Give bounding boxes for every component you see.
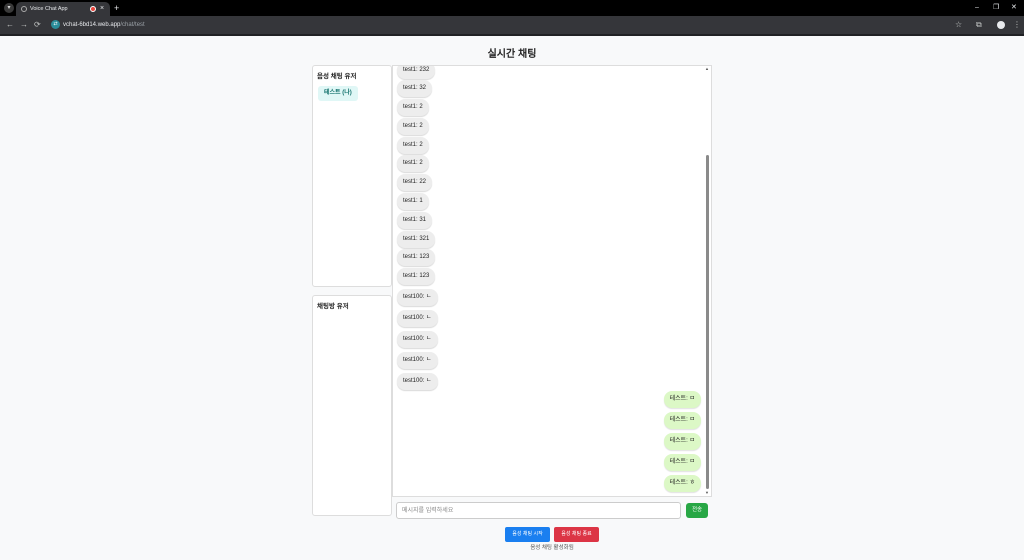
message-bubble: test100: ㄴ	[397, 289, 438, 306]
profile-avatar[interactable]	[997, 21, 1005, 29]
message-bubble: test100: ㄴ	[397, 331, 438, 348]
message-bubble: test1: 232	[397, 66, 436, 79]
message-bubble: test1: 2	[397, 99, 429, 116]
message-bubble: test1: 31	[397, 212, 433, 229]
globe-icon	[21, 6, 27, 12]
room-users-heading: 채팅방 유저	[317, 303, 349, 310]
message-bubble: test1: 123	[397, 268, 436, 285]
send-button[interactable]: 전송	[686, 503, 708, 518]
scroll-thumb[interactable]	[706, 155, 709, 489]
message-bubble: test100: ㄴ	[397, 310, 438, 327]
voice-user-item: 테스트 (나)	[318, 86, 358, 101]
page-title: 실시간 채팅	[487, 49, 537, 60]
end-voice-chat-button[interactable]: 음성 채팅 종료	[554, 527, 599, 542]
browser-menu-icon[interactable]: ⋮	[1013, 19, 1021, 31]
site-info-icon[interactable]: ⇄	[51, 20, 60, 29]
url-path: /chat/test	[120, 22, 145, 28]
my-message-bubble: 테스트: ㅁ	[663, 391, 701, 408]
message-bubble: test1: 123	[397, 249, 436, 266]
address-bar[interactable]: vchat-6bd14.web.app/chat/test	[63, 20, 145, 30]
room-users-panel: 채팅방 유저	[312, 295, 392, 516]
start-voice-chat-button[interactable]: 음성 채팅 시작	[505, 527, 550, 542]
message-bubble: test100: ㄴ	[397, 373, 438, 390]
tab-list-chevron-icon[interactable]: ▾	[4, 3, 14, 13]
voice-users-panel: 음성 채팅 유저 테스트 (나)	[312, 65, 392, 287]
url-host: vchat-6bd14.web.app	[63, 22, 121, 28]
new-tab-button[interactable]: +	[114, 2, 119, 14]
voice-users-heading: 음성 채팅 유저	[317, 73, 357, 80]
my-message-bubble: 테스트: ㅎ	[663, 475, 701, 492]
chat-messages-area[interactable]: test1: 232 test1: 32 test1: 2 test1: 2 test1…	[392, 65, 712, 497]
browser-toolbar: ← → ⟳ ⇄ vchat-6bd14.web.app/chat/test ☆ …	[0, 16, 1024, 34]
message-bubble: test1: 1	[397, 193, 429, 210]
reload-icon[interactable]: ⟳	[34, 19, 41, 31]
chrome-divider	[0, 34, 1024, 36]
back-icon[interactable]: ←	[6, 19, 14, 31]
voice-chat-status: 음성 채팅 활성화됨	[530, 545, 574, 551]
window-close-icon[interactable]: ✕	[1011, 2, 1017, 14]
my-message-bubble: 테스트: ㅁ	[663, 454, 701, 471]
message-bubble: test1: 2	[397, 118, 429, 135]
chat-scrollbar[interactable]: ▲ ▼	[705, 66, 710, 496]
message-bubble: test1: 32	[397, 80, 433, 97]
message-bubble: test1: 321	[397, 231, 436, 248]
scroll-up-arrow-icon[interactable]: ▲	[705, 66, 709, 71]
forward-icon[interactable]: →	[20, 19, 28, 31]
restore-icon[interactable]: ❐	[993, 2, 999, 14]
tab-close-icon[interactable]: ×	[100, 3, 104, 15]
bookmark-star-icon[interactable]: ☆	[955, 19, 962, 31]
my-message-bubble: 테스트: ㅁ	[663, 412, 701, 429]
minimize-icon[interactable]: –	[975, 2, 979, 14]
browser-tab[interactable]: Voice Chat App ×	[16, 2, 110, 16]
message-bubble: test1: 2	[397, 137, 429, 154]
message-bubble: test1: 2	[397, 155, 429, 172]
extensions-icon[interactable]: ⧉	[976, 19, 982, 31]
message-bubble: test1: 22	[397, 174, 433, 191]
scroll-down-arrow-icon[interactable]: ▼	[705, 490, 709, 495]
recording-indicator-icon	[90, 6, 96, 12]
browser-tab-bar: ▾ Voice Chat App × + – ❐ ✕	[0, 0, 1024, 16]
message-input-row: 전송	[392, 497, 712, 525]
tab-title: Voice Chat App	[30, 6, 68, 12]
message-input[interactable]	[396, 502, 681, 519]
message-bubble: test100: ㄴ	[397, 352, 438, 369]
my-message-bubble: 테스트: ㅁ	[663, 433, 701, 450]
